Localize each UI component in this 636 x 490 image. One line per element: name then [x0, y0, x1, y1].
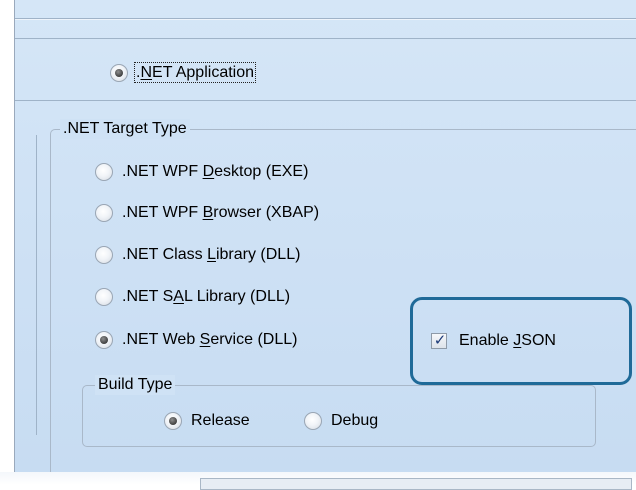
release-label[interactable]: Release [191, 411, 250, 431]
sal-library-post: L Library (DLL) [183, 288, 291, 305]
debug-label[interactable]: Debug [331, 411, 378, 431]
wpf-desktop-accel: D [202, 163, 215, 180]
wpf-browser-radio[interactable] [95, 204, 113, 222]
web-service-pre: .NET Web [122, 331, 200, 348]
web-service-label[interactable]: .NET Web Service (DLL) [122, 330, 297, 350]
section-divider [15, 38, 636, 39]
section-divider-2 [15, 100, 636, 101]
debug-radio[interactable] [304, 412, 322, 430]
wpf-browser-accel: B [202, 204, 214, 221]
wpf-browser-post: rowser (XBAP) [213, 204, 320, 221]
net-application-label[interactable]: .NET Application [133, 62, 257, 83]
web-service-radio[interactable] [95, 331, 113, 349]
wpf-desktop-radio[interactable] [95, 163, 113, 181]
wpf-desktop-pre: .NET WPF [122, 163, 203, 180]
net-application-accel: N [140, 64, 153, 81]
net-application-focus: .NET Application [133, 62, 257, 83]
release-radio[interactable] [164, 412, 182, 430]
wpf-browser-label[interactable]: .NET WPF Browser (XBAP) [122, 203, 319, 223]
wpf-desktop-post: esktop (EXE) [214, 163, 309, 180]
web-service-post: ervice (DLL) [210, 331, 298, 348]
class-library-radio[interactable] [95, 246, 113, 264]
wpf-browser-pre: .NET WPF [122, 204, 203, 221]
wpf-desktop-label[interactable]: .NET WPF Desktop (EXE) [122, 162, 308, 182]
left-guide-line [36, 135, 37, 435]
build-type-legend: Build Type [95, 375, 176, 395]
target-type-legend: .NET Target Type [60, 119, 190, 139]
net-application-rest: ET Application [152, 64, 255, 81]
net-application-radio[interactable] [110, 64, 128, 82]
cut-off-input-field[interactable] [200, 478, 632, 490]
top-divider-highlight [15, 19, 636, 20]
sal-library-radio[interactable] [95, 288, 113, 306]
class-library-label[interactable]: .NET Class Library (DLL) [122, 245, 300, 265]
sal-library-label[interactable]: .NET SAL Library (DLL) [122, 287, 290, 307]
sal-library-pre: .NET S [122, 288, 174, 305]
sal-library-accel: A [173, 288, 184, 305]
class-library-pre: .NET Class [122, 246, 208, 263]
enable-json-highlight [410, 297, 632, 385]
class-library-post: ibrary (DLL) [215, 246, 301, 263]
web-service-accel: S [199, 331, 211, 348]
class-library-accel: L [207, 246, 216, 263]
